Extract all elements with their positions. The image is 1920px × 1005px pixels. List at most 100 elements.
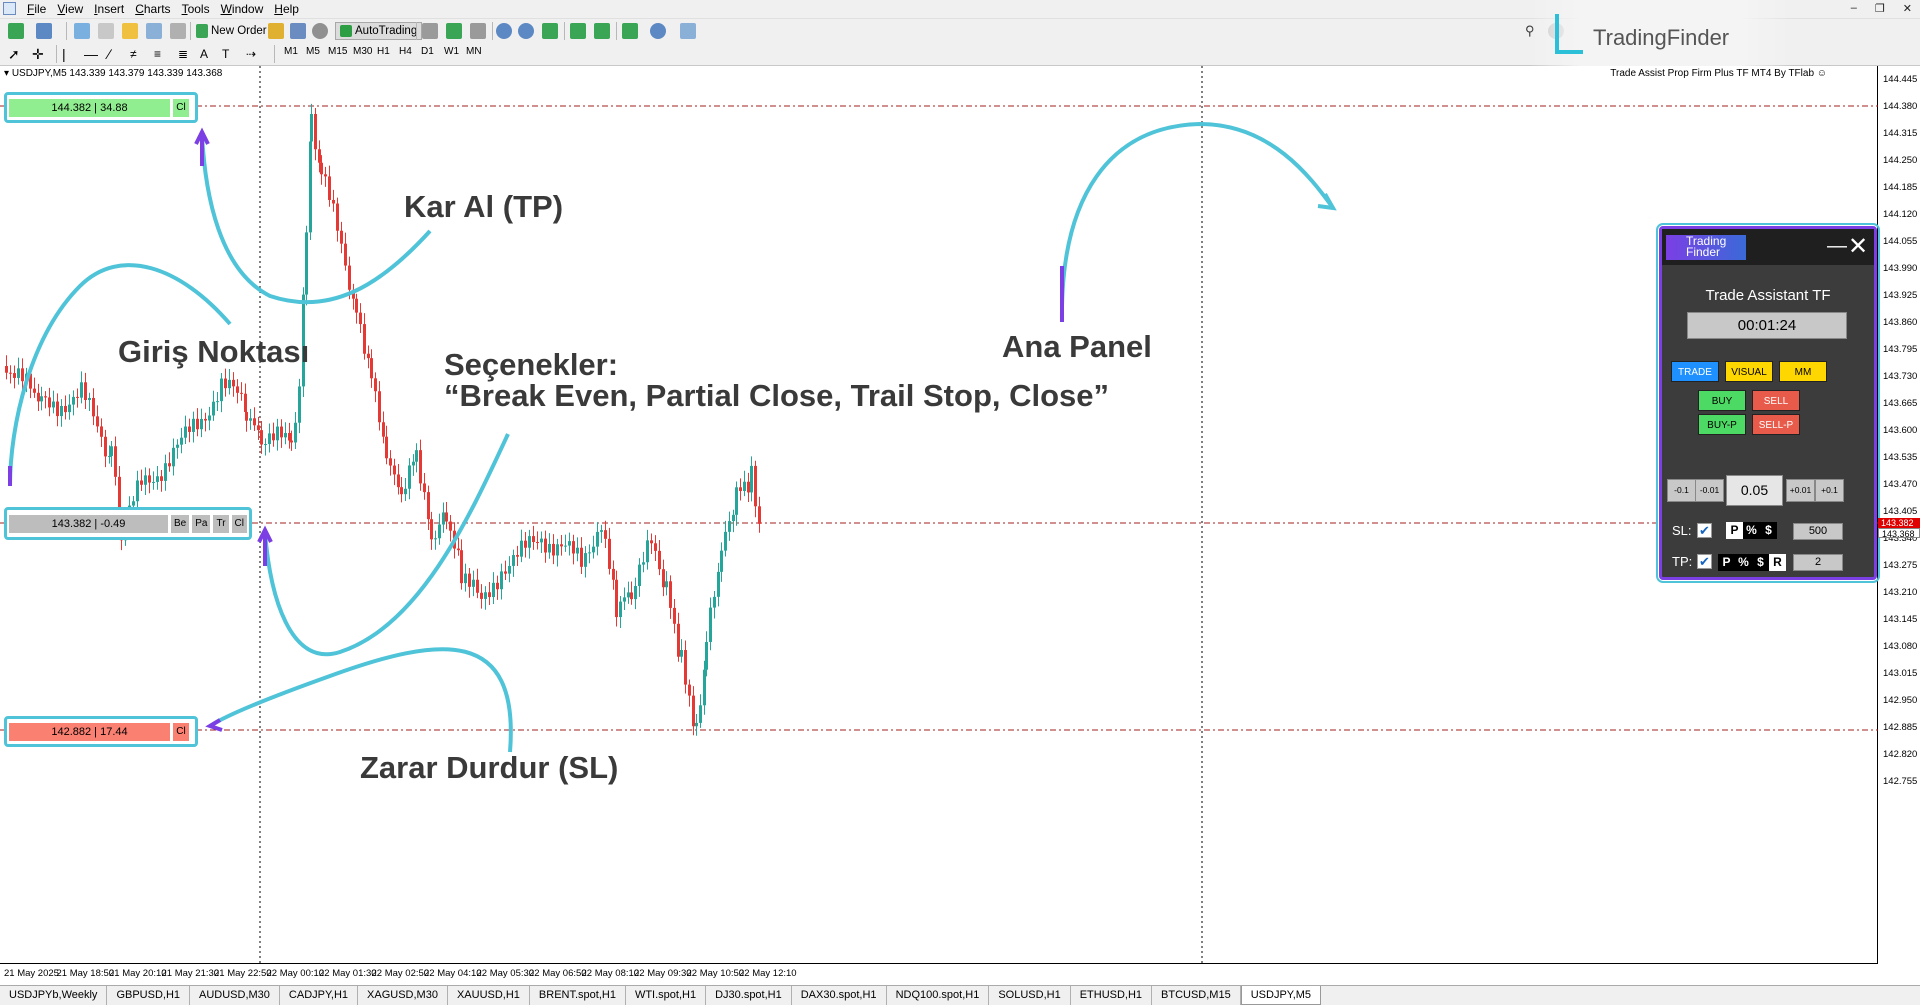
- market-watch-icon[interactable]: [74, 23, 90, 39]
- menu-file[interactable]: File: [27, 2, 57, 16]
- lot-minus-0.01-button[interactable]: -0.01: [1695, 479, 1724, 502]
- buy-pending-button[interactable]: BUY-P: [1698, 414, 1746, 435]
- trail-stop-button[interactable]: Tr: [213, 514, 229, 533]
- tp-mode-points[interactable]: P: [1718, 554, 1735, 571]
- tf-w1[interactable]: W1: [444, 46, 459, 57]
- tp-close-button[interactable]: Cl: [173, 98, 189, 117]
- vertical-line-icon[interactable]: |: [62, 46, 78, 62]
- auto-scroll-icon[interactable]: [570, 23, 586, 39]
- tf-h4[interactable]: H4: [399, 46, 412, 57]
- minimize-icon[interactable]: –: [1851, 2, 1857, 15]
- tile-windows-icon[interactable]: [542, 23, 558, 39]
- chart-tab[interactable]: XAGUSD,M30: [358, 986, 448, 1005]
- tp-mode-dollar[interactable]: $: [1752, 554, 1769, 571]
- horizontal-line-icon[interactable]: —: [84, 46, 100, 62]
- chart-tab[interactable]: AUDUSD,M30: [190, 986, 280, 1005]
- tester-icon[interactable]: [170, 23, 186, 39]
- fibo-fan-icon[interactable]: ≣: [178, 46, 194, 62]
- chart-tab[interactable]: DJ30.spot,H1: [706, 986, 792, 1005]
- minimize-panel-icon[interactable]: —: [1827, 235, 1847, 258]
- buy-button[interactable]: BUY: [1698, 390, 1746, 411]
- chart-tab[interactable]: NDQ100.spot,H1: [887, 986, 990, 1005]
- trendline-icon[interactable]: ∕: [108, 46, 124, 62]
- market-icon[interactable]: [312, 23, 328, 39]
- cursor-icon[interactable]: ➚: [8, 46, 24, 62]
- close-icon[interactable]: ✕: [1903, 2, 1912, 15]
- chart-tab[interactable]: CADJPY,H1: [280, 986, 359, 1005]
- autotrading-button[interactable]: AutoTrading: [355, 25, 417, 37]
- chart-tab[interactable]: XAUUSD,H1: [448, 986, 530, 1005]
- chart-tab[interactable]: GBPUSD,H1: [107, 986, 191, 1005]
- chart-tab[interactable]: BTCUSD,M15: [1152, 986, 1241, 1005]
- chart-plot-area[interactable]: ▾ USDJPY,M5 143.339 143.379 143.339 143.…: [0, 66, 1880, 964]
- sl-value-input[interactable]: 500: [1793, 523, 1843, 540]
- menu-charts[interactable]: Charts: [135, 2, 181, 16]
- menu-tools[interactable]: Tools: [182, 2, 221, 16]
- tf-m1[interactable]: M1: [284, 46, 298, 57]
- sell-button[interactable]: SELL: [1752, 390, 1800, 411]
- tf-h1[interactable]: H1: [377, 46, 390, 57]
- lot-plus-0.1-button[interactable]: +0.1: [1815, 479, 1844, 502]
- tp-value[interactable]: 144.382 | 34.88: [9, 98, 170, 117]
- close-panel-icon[interactable]: ✕: [1848, 232, 1868, 261]
- metaeditor-icon[interactable]: [268, 23, 284, 39]
- restore-icon[interactable]: ❐: [1875, 2, 1885, 15]
- profiles-icon[interactable]: [36, 23, 52, 39]
- data-window-icon[interactable]: [98, 23, 114, 39]
- tf-m5[interactable]: M5: [306, 46, 320, 57]
- line-chart-icon[interactable]: [470, 23, 486, 39]
- sl-mode-dollar[interactable]: $: [1760, 522, 1777, 539]
- chart-tab[interactable]: BRENT.spot,H1: [530, 986, 626, 1005]
- menu-insert[interactable]: Insert: [94, 2, 135, 16]
- entry-close-button[interactable]: Cl: [231, 514, 247, 533]
- tab-trade[interactable]: TRADE: [1671, 361, 1719, 382]
- chart-window[interactable]: ▾ USDJPY,M5 143.339 143.379 143.339 143.…: [0, 66, 1920, 990]
- tp-mode-ratio[interactable]: R: [1769, 554, 1786, 571]
- terminal-icon[interactable]: [146, 23, 162, 39]
- templates-icon[interactable]: [680, 23, 696, 39]
- lot-minus-0.1-button[interactable]: -0.1: [1667, 479, 1696, 502]
- new-chart-icon[interactable]: [8, 23, 24, 39]
- periods-icon[interactable]: [650, 23, 666, 39]
- candlestick-icon[interactable]: [446, 23, 462, 39]
- tab-visual[interactable]: VISUAL: [1725, 361, 1773, 382]
- tf-m15[interactable]: M15: [328, 46, 347, 57]
- menu-help[interactable]: Help: [274, 2, 310, 16]
- tp-checkbox[interactable]: ✔: [1697, 554, 1712, 569]
- sl-checkbox[interactable]: ✔: [1697, 523, 1712, 538]
- tf-d1[interactable]: D1: [421, 46, 434, 57]
- tf-m30[interactable]: M30: [353, 46, 372, 57]
- chart-tab[interactable]: ETHUSD,H1: [1071, 986, 1153, 1005]
- chart-tab[interactable]: DAX30.spot,H1: [792, 986, 887, 1005]
- navigator-icon[interactable]: [122, 23, 138, 39]
- fibonacci-icon[interactable]: ≡: [154, 46, 170, 62]
- sell-pending-button[interactable]: SELL-P: [1752, 414, 1800, 435]
- break-even-button[interactable]: Be: [171, 514, 190, 533]
- arrows-icon[interactable]: ⇢: [246, 46, 262, 62]
- zoom-out-icon[interactable]: [518, 23, 534, 39]
- partial-close-button[interactable]: Pa: [192, 514, 211, 533]
- lot-size-input[interactable]: 0.05: [1726, 475, 1783, 506]
- chart-shift-icon[interactable]: [594, 23, 610, 39]
- indicators-icon[interactable]: [622, 23, 638, 39]
- signals-icon[interactable]: [290, 23, 306, 39]
- crosshair-icon[interactable]: ✛: [32, 46, 48, 62]
- lot-plus-0.01-button[interactable]: +0.01: [1786, 479, 1815, 502]
- chart-tab[interactable]: WTI.spot,H1: [626, 986, 707, 1005]
- channel-icon[interactable]: ≠: [130, 46, 146, 62]
- chart-tab[interactable]: SOLUSD,H1: [989, 986, 1071, 1005]
- tab-mm[interactable]: MM: [1779, 361, 1827, 382]
- tp-value-input[interactable]: 2: [1793, 554, 1843, 571]
- text-label-icon[interactable]: T: [222, 46, 238, 62]
- menu-window[interactable]: Window: [221, 2, 275, 16]
- bar-chart-icon[interactable]: [422, 23, 438, 39]
- tp-mode-percent[interactable]: %: [1735, 554, 1752, 571]
- zoom-in-icon[interactable]: [496, 23, 512, 39]
- sl-mode-points[interactable]: P: [1726, 522, 1743, 539]
- new-order-button[interactable]: New Order: [211, 25, 267, 37]
- sl-value[interactable]: 142.882 | 17.44: [9, 722, 170, 741]
- menu-view[interactable]: View: [57, 2, 94, 16]
- entry-value[interactable]: 143.382 | -0.49: [9, 514, 168, 533]
- tf-mn[interactable]: MN: [466, 46, 482, 57]
- sl-close-button[interactable]: Cl: [173, 722, 189, 741]
